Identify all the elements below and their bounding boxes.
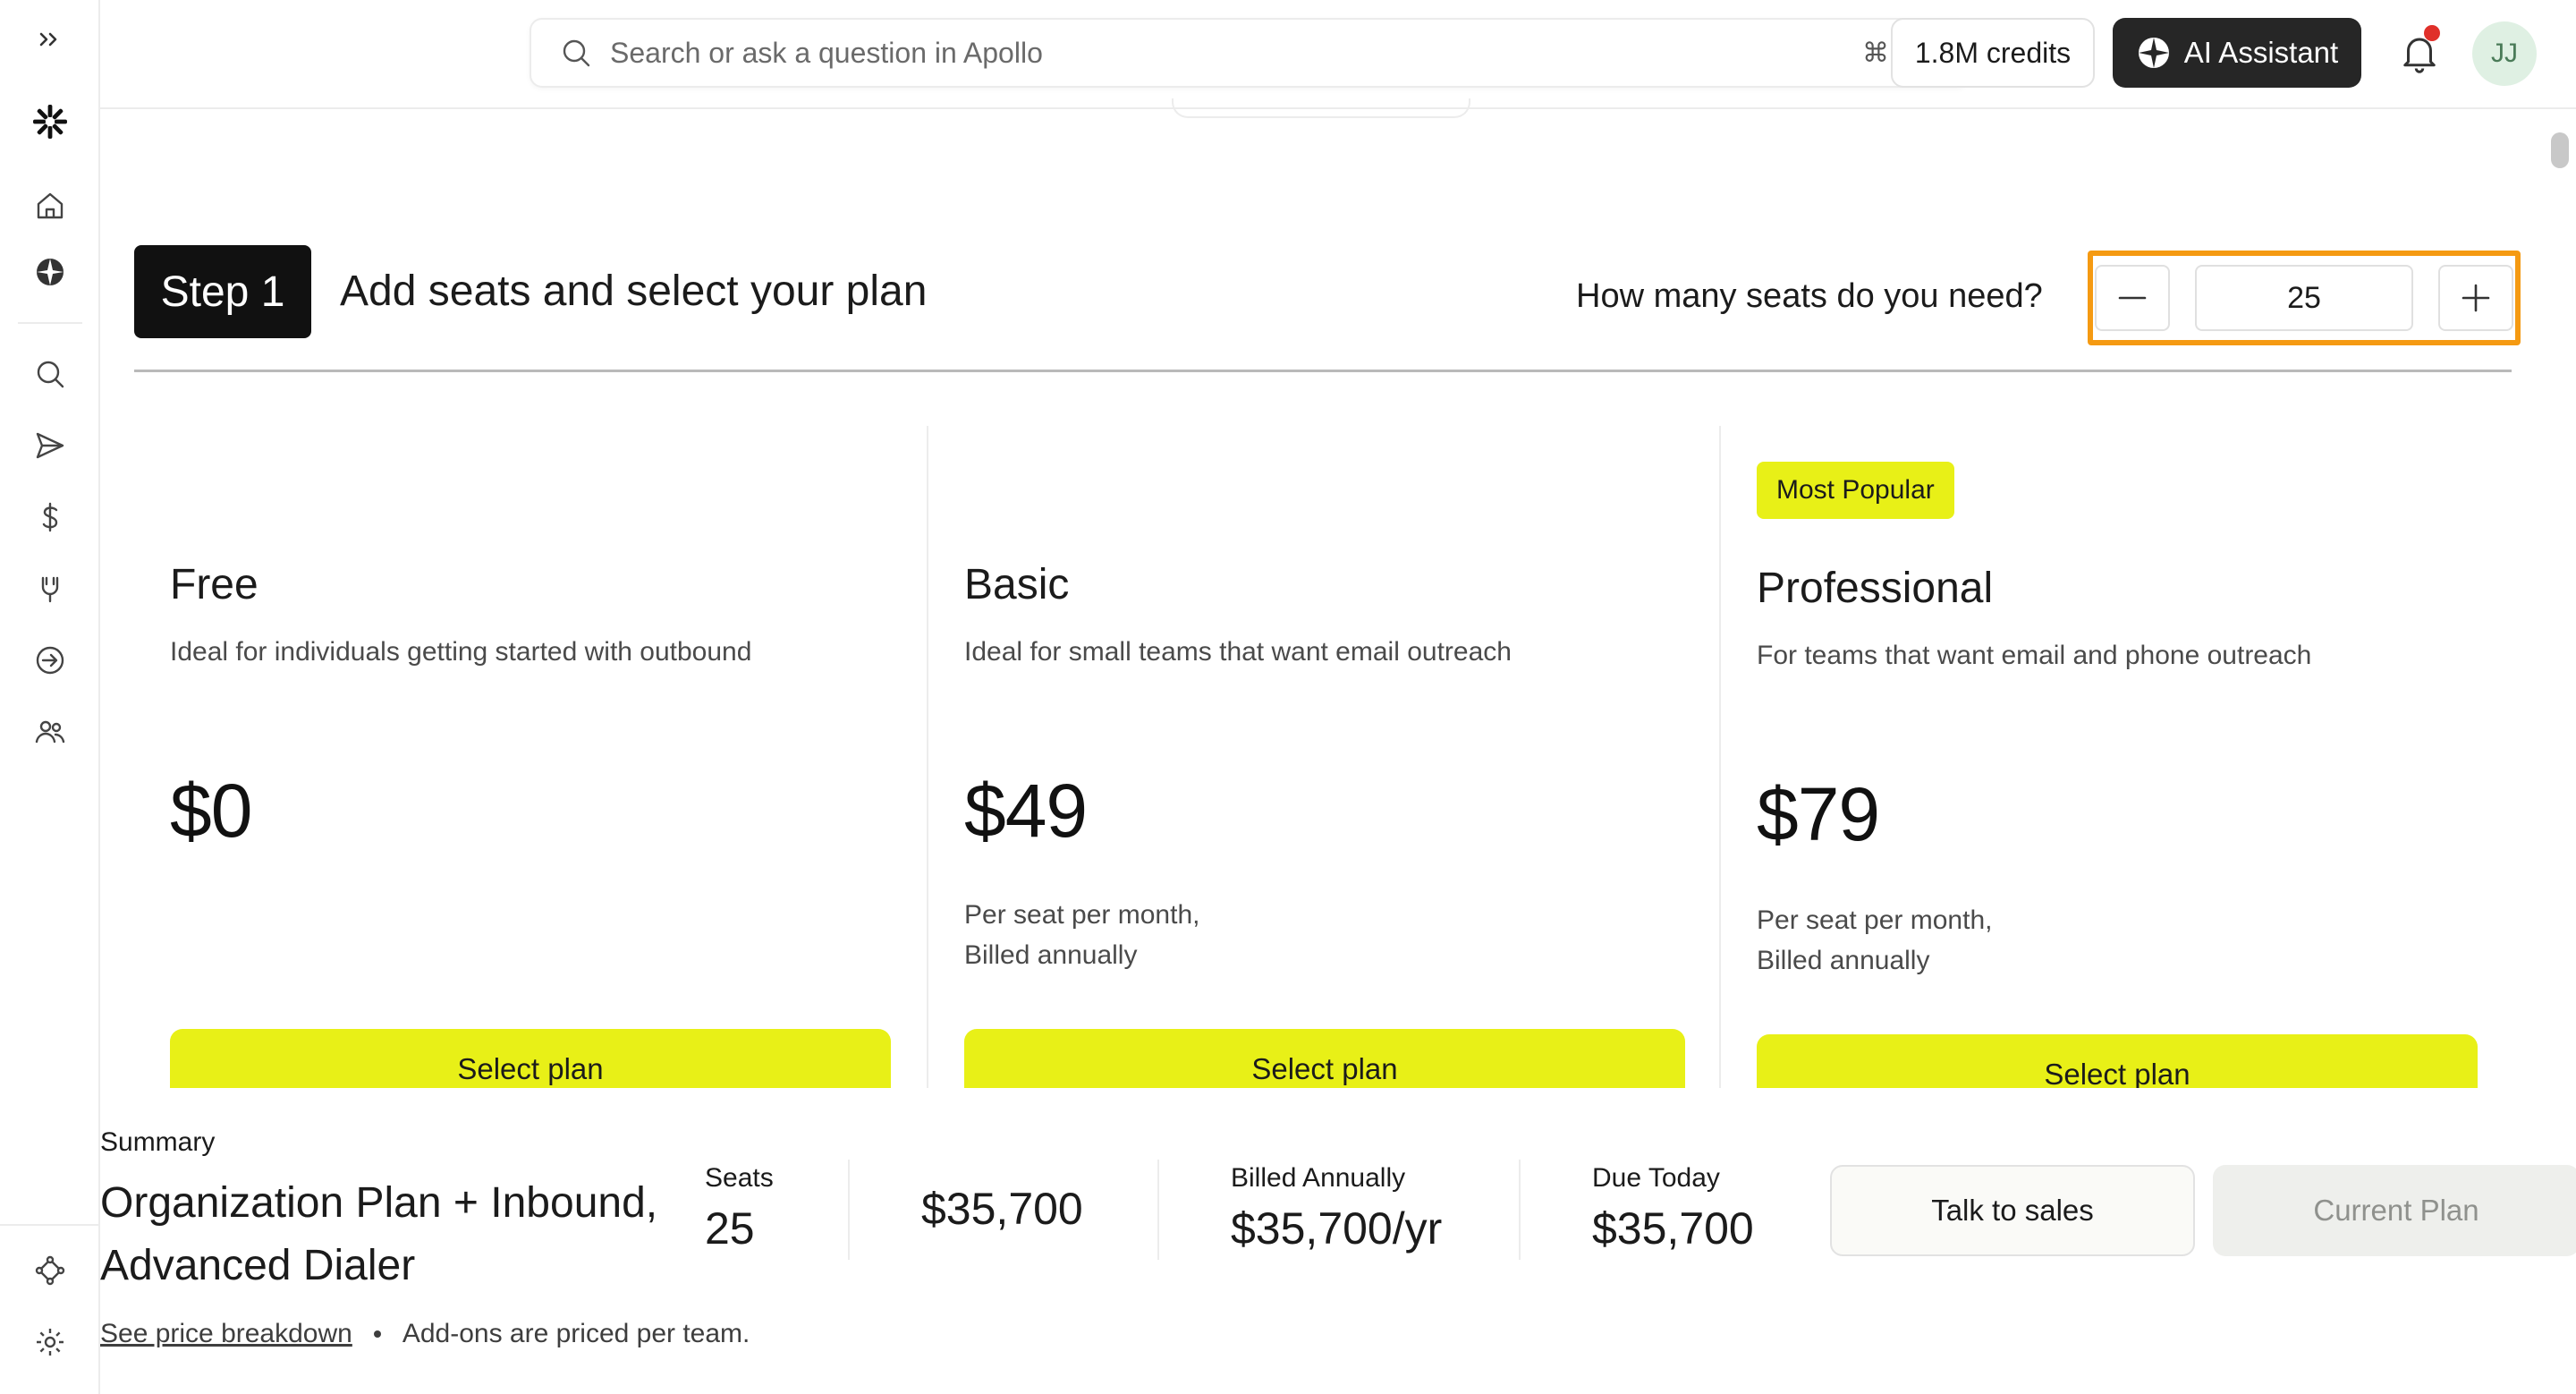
seats-label: Seats — [705, 1163, 774, 1193]
subtotal-value: $35,700 — [921, 1184, 1083, 1234]
ai-assistant-button[interactable]: AI Assistant — [2113, 18, 2361, 88]
billed-annually-label: Billed Annually — [1231, 1163, 1406, 1193]
plan-description-basic: Ideal for small teams that want email ou… — [964, 637, 1512, 667]
due-today-value: $35,700 — [1592, 1203, 1754, 1254]
plan-price-basic: $49 — [964, 769, 1088, 853]
sidebar-divider — [18, 322, 82, 324]
search-placeholder: Search or ask a question in Apollo — [610, 36, 1043, 69]
step-divider — [134, 370, 2512, 372]
plug-icon[interactable] — [29, 567, 72, 610]
decrease-seats-button[interactable] — [2095, 265, 2170, 331]
seats-input[interactable]: 25 — [2195, 265, 2413, 331]
apollo-ai-icon — [2138, 38, 2169, 68]
double-chevron-right-icon[interactable] — [29, 18, 72, 61]
seats-question: How many seats do you need? — [1576, 277, 2043, 315]
summary-label: Summary — [100, 1127, 216, 1157]
scrollbar-thumb[interactable] — [2551, 132, 2569, 168]
notification-dot — [2424, 25, 2440, 41]
app-root: Search or ask a question in Apollo ⌘K 1.… — [0, 0, 2576, 1394]
plan-note-line: Billed annually — [964, 940, 1138, 970]
plan-note-line: Per seat per month, — [1757, 905, 1993, 935]
sidebar-bottom-divider — [0, 1224, 98, 1226]
increase-seats-button[interactable] — [2438, 265, 2513, 331]
plan-name-free: Free — [170, 561, 258, 608]
step-title: Add seats and select your plan — [340, 268, 928, 315]
send-icon[interactable] — [29, 424, 72, 467]
current-plan-button: Current Plan — [2213, 1165, 2576, 1256]
search-icon — [563, 39, 590, 67]
sidebar — [0, 0, 100, 1394]
bullet-separator — [373, 1330, 381, 1338]
most-popular-badge: Most Popular — [1757, 462, 1954, 519]
credits-button[interactable]: 1.8M credits — [1891, 18, 2095, 88]
plan-name-basic: Basic — [964, 561, 1070, 608]
search-input[interactable]: Search or ask a question in Apollo ⌘K — [530, 18, 1970, 88]
summary-divider — [1519, 1160, 1521, 1260]
summary-plan-line: Organization Plan + Inbound, — [100, 1179, 658, 1227]
top-bar: Search or ask a question in Apollo ⌘K 1.… — [100, 0, 2576, 109]
plan-billing-note-basic: Per seat per month, Billed annually — [964, 895, 1199, 975]
due-today-label: Due Today — [1592, 1163, 1720, 1193]
home-icon[interactable] — [29, 184, 72, 227]
see-price-breakdown-link[interactable]: See price breakdown — [100, 1319, 352, 1349]
seats-value: 25 — [705, 1203, 755, 1254]
addons-note: Add-ons are priced per team. — [402, 1319, 750, 1348]
summary-bar: Summary Organization Plan + Inbound, Adv… — [100, 1088, 2576, 1394]
select-plan-button-professional[interactable]: Select plan — [1757, 1034, 2478, 1091]
plan-column-divider — [927, 426, 928, 1088]
plus-icon — [2462, 284, 2490, 312]
plan-column-divider — [1719, 426, 1721, 1088]
sign-in-arrow-icon[interactable] — [29, 639, 72, 682]
talk-to-sales-button[interactable]: Talk to sales — [1830, 1165, 2195, 1256]
summary-plan-name: Organization Plan + Inbound, Advanced Di… — [100, 1172, 726, 1297]
dollar-icon[interactable] — [29, 496, 72, 539]
apollo-asterisk-logo-icon[interactable] — [29, 100, 72, 143]
breakdown-row: See price breakdown Add-ons are priced p… — [100, 1319, 750, 1349]
users-icon[interactable] — [29, 710, 72, 753]
plan-description-free: Ideal for individuals getting started wi… — [170, 637, 752, 667]
summary-plan-line: Advanced Dialer — [100, 1242, 416, 1289]
billed-annually-value: $35,700/yr — [1231, 1203, 1443, 1254]
plan-price-professional: $79 — [1757, 772, 1880, 856]
summary-divider — [848, 1160, 850, 1260]
workflow-icon[interactable] — [29, 1249, 72, 1292]
plan-billing-note-professional: Per seat per month, Billed annually — [1757, 900, 1992, 981]
step-badge: Step 1 — [134, 245, 311, 338]
avatar[interactable]: JJ — [2472, 21, 2537, 86]
plan-description-professional: For teams that want email and phone outr… — [1757, 641, 2312, 670]
plan-note-line: Per seat per month, — [964, 900, 1200, 930]
gear-icon[interactable] — [29, 1321, 72, 1364]
plan-name-professional: Professional — [1757, 565, 1994, 612]
faded-tab-outline — [1172, 98, 1470, 118]
summary-divider — [1157, 1160, 1159, 1260]
minus-icon — [2118, 296, 2147, 300]
ai-assistant-label: AI Assistant — [2183, 36, 2339, 69]
plan-note-line: Billed annually — [1757, 946, 1930, 975]
search-icon[interactable] — [29, 353, 72, 395]
apollo-ai-icon[interactable] — [29, 251, 72, 293]
plan-price-free: $0 — [170, 769, 252, 853]
